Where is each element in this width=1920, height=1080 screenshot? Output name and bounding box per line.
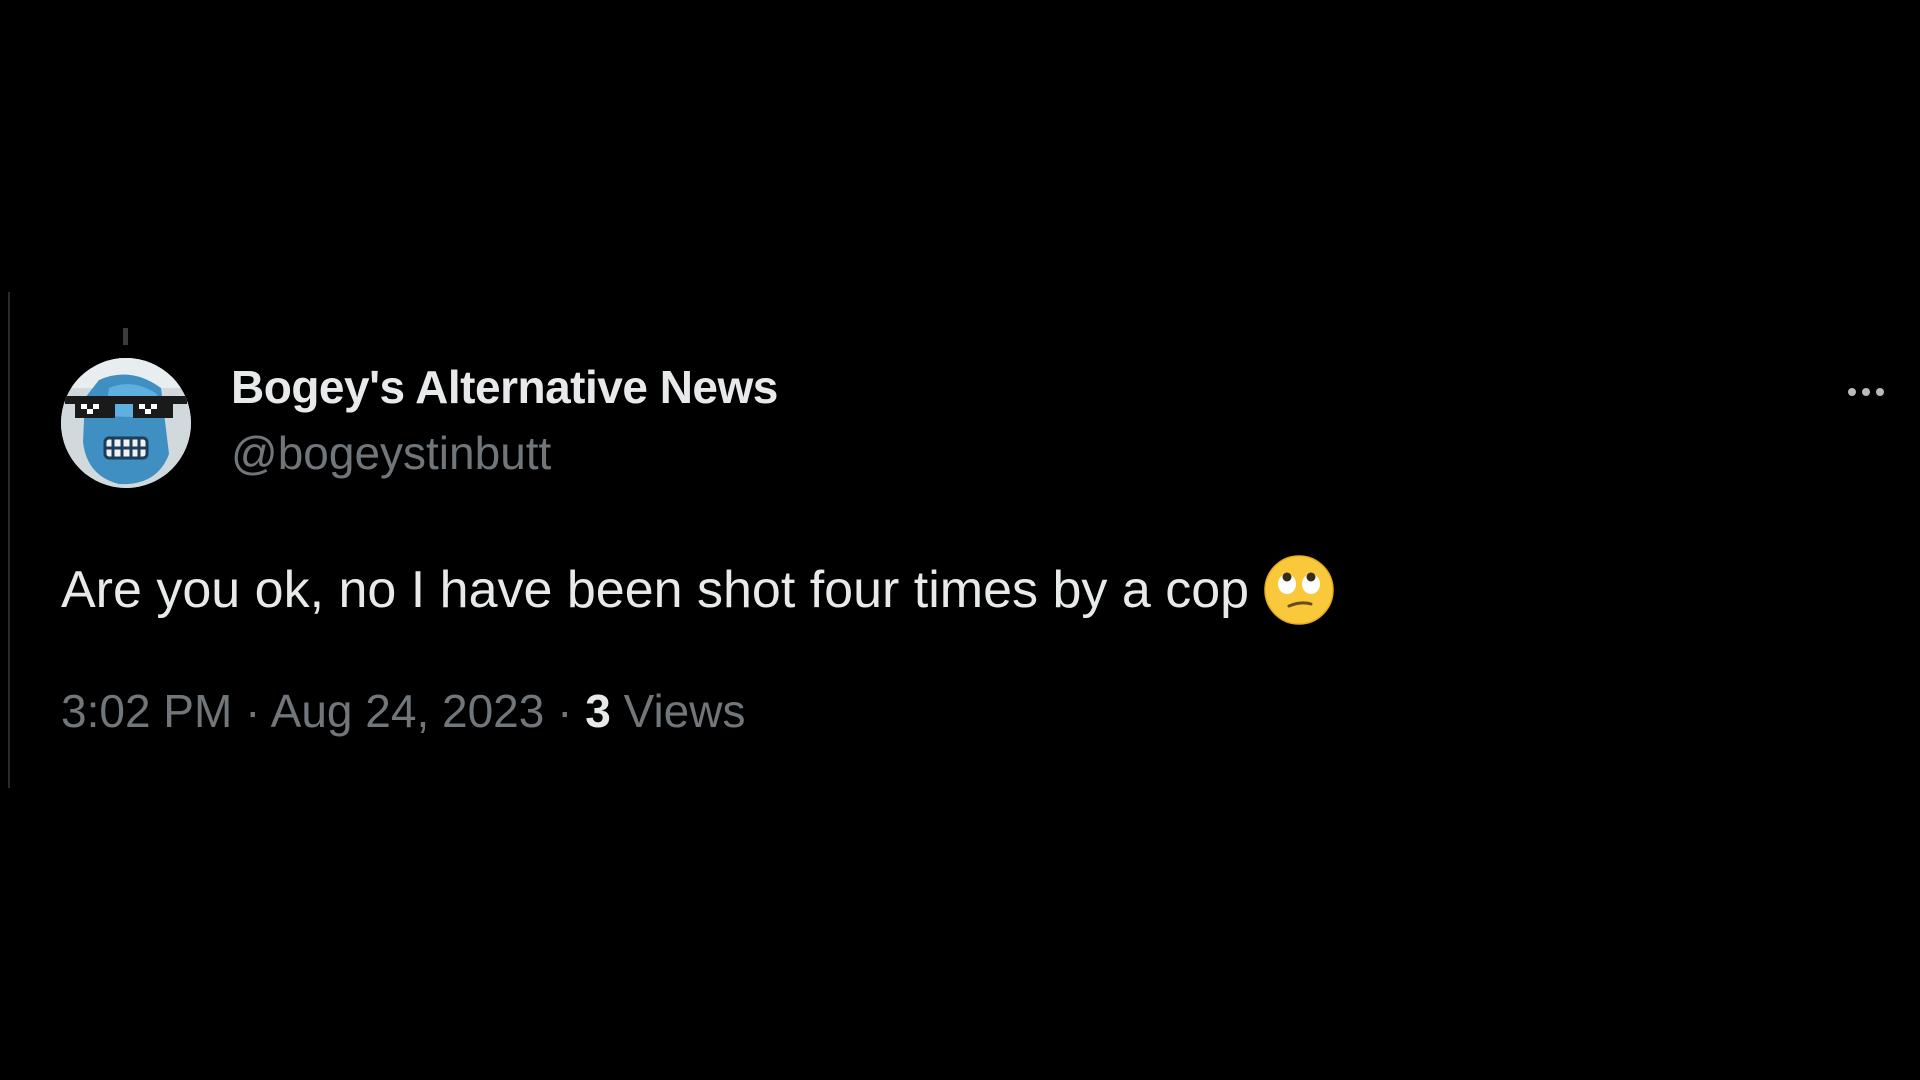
meta-separator: · xyxy=(544,685,586,737)
tweet-page: Bogey's Alternative News @bogeystinbutt … xyxy=(0,0,1920,1080)
tweet-time[interactable]: 3:02 PM xyxy=(61,685,232,737)
more-options-icon[interactable] xyxy=(1840,372,1892,412)
thread-connector-line xyxy=(123,328,128,345)
more-dot xyxy=(1876,388,1884,396)
avatar[interactable] xyxy=(61,358,191,488)
tweet-text-content: Are you ok, no I have been shot four tim… xyxy=(61,561,1250,619)
user-handle[interactable]: @bogeystinbutt xyxy=(231,426,551,480)
meta-separator: · xyxy=(232,685,271,737)
rolling-eyes-emoji-icon xyxy=(1263,554,1335,626)
avatar-image xyxy=(61,358,191,488)
views-label: Views xyxy=(610,685,746,737)
thread-border xyxy=(8,292,10,788)
views-count[interactable]: 3 xyxy=(585,685,611,737)
tweet-text: Are you ok, no I have been shot four tim… xyxy=(61,554,1335,626)
tweet-meta: 3:02 PM · Aug 24, 2023 · 3 Views xyxy=(61,684,745,738)
tweet-date[interactable]: Aug 24, 2023 xyxy=(271,685,545,737)
display-name[interactable]: Bogey's Alternative News xyxy=(231,360,778,414)
more-dot xyxy=(1862,388,1870,396)
more-dot xyxy=(1848,388,1856,396)
